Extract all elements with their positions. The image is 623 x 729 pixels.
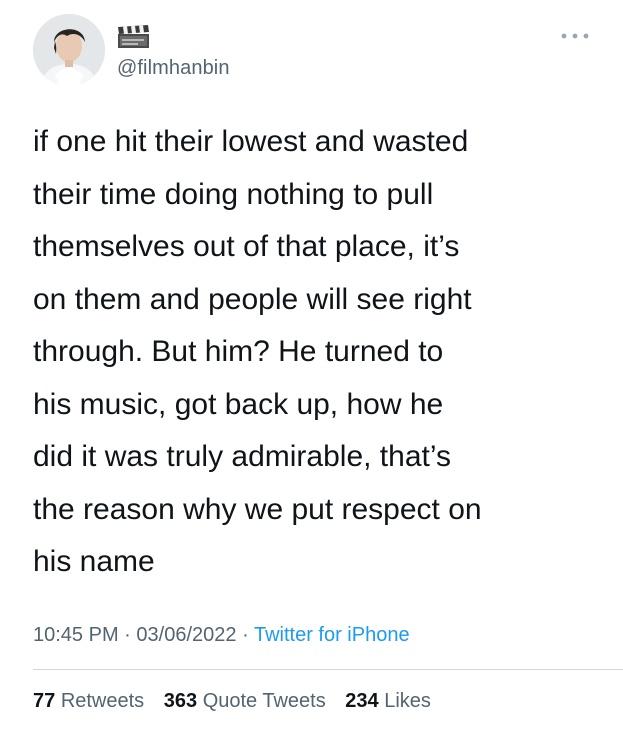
separator-dot: · [124,624,131,646]
tweet-source-link[interactable]: Twitter for iPhone [254,624,410,646]
tweet-date[interactable]: 03/06/2022 [136,624,236,646]
tweet-text: if one hit their lowest and wasted their… [33,125,482,578]
quote-tweets-count: 363 [163,690,198,712]
profile-photo-icon [33,14,105,86]
likes-stat[interactable]: 234 Likes [345,690,431,712]
engagement-stats: 77 Retweets 363 Quote Tweets 234 Likes [33,690,445,713]
retweets-count: 77 [33,690,56,712]
film-clapper-emoji-icon [118,25,149,48]
more-options-icon[interactable] [558,28,592,44]
tweet-time[interactable]: 10:45 PM [33,624,119,646]
user-handle[interactable]: @filmhanbin [117,57,230,80]
likes-label: Likes [384,690,431,712]
divider [33,669,623,670]
quote-tweets-label: Quote Tweets [202,690,326,712]
tweet: @filmhanbin if one hit their lowest and … [0,0,623,729]
quote-tweets-stat[interactable]: 363 Quote Tweets [164,690,326,712]
retweets-stat[interactable]: 77 Retweets [33,690,144,712]
separator-dot: · [242,624,249,646]
retweets-label: Retweets [60,690,145,712]
likes-count: 234 [345,690,379,712]
tweet-timestamp-row: 10:45 PM · 03/06/2022 · Twitter for iPho… [33,624,410,647]
avatar[interactable] [33,14,105,86]
